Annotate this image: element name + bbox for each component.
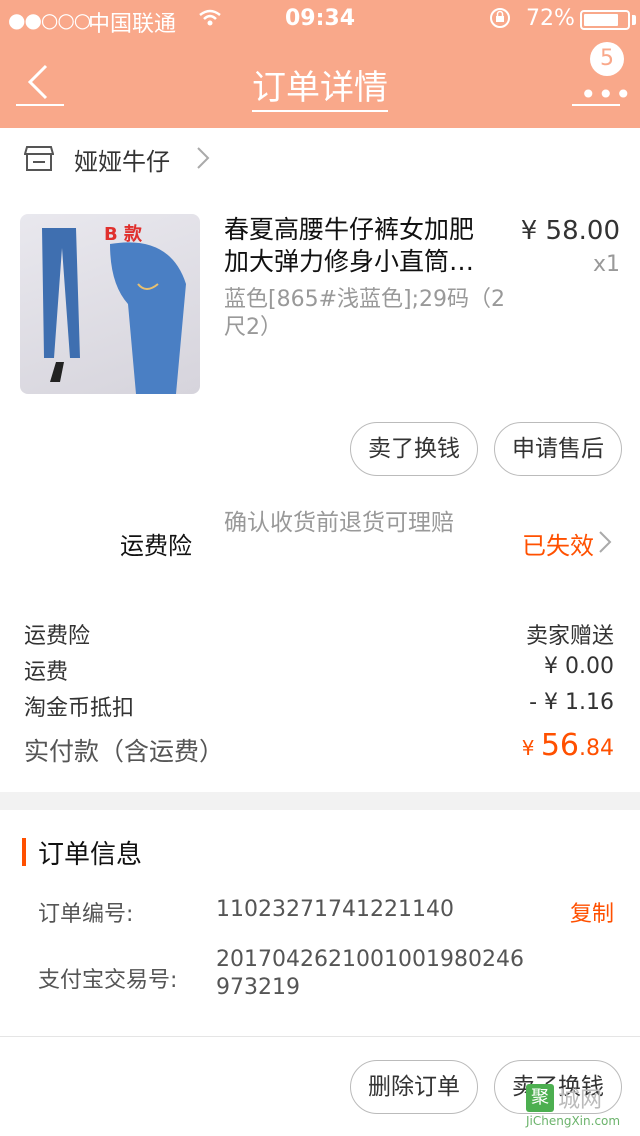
product-sku: 蓝色[865#浅蓝色];29码（2尺2） [224,287,505,340]
rotation-lock-icon [488,6,512,36]
chevron-right-icon [196,146,210,174]
section-divider [0,792,640,810]
watermark-url: JiChengXin.com [526,1114,621,1128]
shipping-insurance-status[interactable]: 已失效 [522,526,594,561]
fee-value: - ¥ 1.16 [529,690,614,715]
fee-label: 淘金币抵扣 [24,696,135,721]
order-number: 11023271741221140 [216,897,454,922]
product-image[interactable]: B 款 [20,214,200,394]
divider [0,1036,640,1037]
battery-tip [632,15,636,25]
battery-percent: 72% [526,6,575,31]
order-number-label: 订单编号: [38,902,134,927]
shop-name: 娅娅牛仔 [74,148,170,176]
page-title: 订单详情 [0,60,640,112]
sell-for-cash-button[interactable]: 卖了换钱 [350,422,478,476]
product-title[interactable]: 春夏高腰牛仔裤女加肥加大弹力修身小直筒… [224,214,496,278]
fee-value: 卖家赠送 [525,624,614,649]
more-icon: ••• [580,78,633,111]
alipay-trade-number: 2017042621001001980246973219 [216,947,524,1000]
delete-order-button[interactable]: 删除订单 [350,1060,478,1114]
fee-value: ¥ 0.00 [544,654,614,679]
watermark-text: 城网 [558,1088,603,1113]
total-label: 实付款（含运费） [24,737,225,766]
copy-button[interactable]: 复制 [570,896,614,928]
product-quantity: x1 [592,252,620,277]
product-image-label: B 款 [104,224,142,245]
after-sale-button[interactable]: 申请售后 [494,422,622,476]
shop-icon [23,144,55,176]
shop-row[interactable]: 娅娅牛仔 [0,128,640,190]
total-amount: ¥ 56.84 [521,728,614,763]
message-count-badge: 5 [590,42,624,76]
alipay-trade-label: 支付宝交易号: [38,968,178,993]
chevron-right-icon [598,530,612,558]
shipping-insurance-description: 确认收货前退货可理赔 [224,510,454,536]
status-bar: ●●○○○ 中国联通 09:34 72% [0,0,640,40]
fee-label: 运费 [24,660,69,685]
shipping-insurance-label: 运费险 [120,532,192,560]
watermark-logo: 聚 [526,1084,554,1112]
fee-label: 运费险 [24,624,91,649]
order-info-title: 订单信息 [38,840,143,870]
product-price: ¥ 58.00 [520,216,620,246]
header: ●●○○○ 中国联通 09:34 72% 订单详情 ••• 5 [0,0,640,128]
section-accent-bar [22,838,26,866]
watermark: 聚 城网 JiChengXin.com [520,1080,640,1136]
battery-icon [580,10,630,30]
